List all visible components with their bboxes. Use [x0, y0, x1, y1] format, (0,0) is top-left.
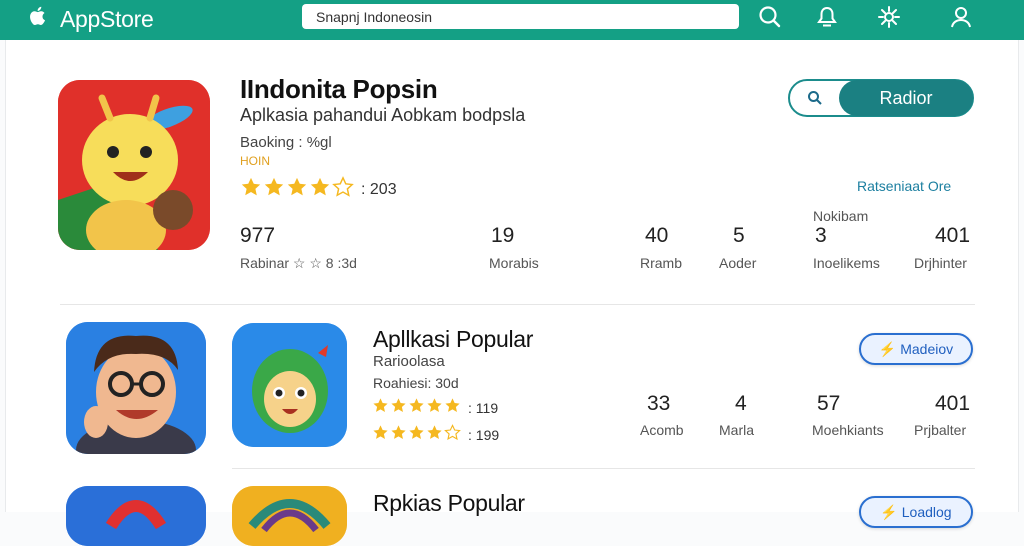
popular-app-icon[interactable]	[66, 486, 206, 546]
star-icon	[286, 176, 309, 203]
popular-stat-label: Prjbalter	[914, 422, 967, 438]
featured-rating-count: : 203	[361, 180, 397, 198]
popular-stat-value: 57	[817, 392, 841, 415]
featured-stat-value: 977	[240, 224, 276, 247]
popular-stat-label: Acomb	[640, 422, 684, 438]
search-icon[interactable]	[757, 4, 783, 30]
featured-stat-label: Aoder	[719, 255, 757, 271]
popular-stat-label: Marla	[719, 422, 755, 438]
popular-action-label: Loadlog	[901, 504, 952, 520]
star-icon	[408, 424, 426, 446]
popular-stat-label: Moehkiants	[812, 422, 884, 438]
featured-stat-label: Rramb	[640, 255, 683, 271]
featured-rating: : 203	[240, 176, 397, 203]
featured-stat-label: Morabis	[489, 255, 539, 271]
featured-app-icon[interactable]	[58, 80, 210, 250]
popular-rating-count: : 199	[468, 427, 500, 443]
popular-app-subtitle: Rarioolasa	[373, 353, 445, 370]
apple-logo-icon	[26, 4, 50, 34]
popular-app-title[interactable]: Rpkias Popular	[373, 490, 525, 517]
bolt-icon: ⚡	[880, 504, 898, 520]
featured-app-subtitle: Aplkasia pahandui Aobkam bodpsla	[240, 105, 526, 125]
star-icon	[426, 397, 444, 419]
featured-side-link[interactable]: Ratseniaat Ore	[857, 178, 951, 194]
search-input[interactable]: Snapnj Indoneosin	[302, 4, 739, 29]
logo-text: AppStore	[60, 5, 154, 32]
popular-stat-value: 33	[647, 392, 671, 415]
section-divider	[232, 468, 975, 469]
star-icon	[408, 397, 426, 419]
popular-app-icon[interactable]	[66, 322, 206, 454]
star-icon	[240, 176, 263, 203]
bolt-icon: ⚡	[878, 341, 897, 357]
featured-stat-value: 40	[645, 224, 669, 247]
search-icon[interactable]	[806, 89, 824, 107]
popular-rating-a: : 119	[372, 397, 498, 419]
star-icon	[390, 424, 408, 446]
featured-stat-value: 5	[733, 224, 745, 247]
star-icon	[372, 424, 390, 446]
popular-app-icon[interactable]	[232, 323, 347, 447]
featured-stat-value: 401	[935, 224, 971, 247]
user-icon[interactable]	[948, 4, 974, 30]
popular-action-label: Madeiov	[900, 341, 954, 357]
featured-action-group: Radior	[788, 79, 974, 117]
popular-stat-value: 401	[935, 392, 971, 415]
popular-rating-count: : 119	[468, 400, 499, 416]
featured-app-tag: HOIN	[240, 154, 270, 168]
popular-action-button[interactable]: ⚡ Madeiov	[859, 333, 973, 365]
star-icon	[309, 176, 332, 203]
star-outline-icon	[444, 424, 462, 446]
featured-app-title[interactable]: IIndonita Popsin	[240, 74, 438, 105]
featured-side-label: Nokibam	[813, 208, 869, 224]
featured-stat-label: Drjhinter	[914, 255, 967, 271]
star-icon	[372, 397, 390, 419]
top-bar: AppStore Snapnj Indoneosin	[0, 0, 1024, 40]
star-icon	[263, 176, 286, 203]
featured-stat-value: 19	[491, 224, 515, 247]
star-icon	[426, 424, 444, 446]
featured-stat-value: 3	[815, 224, 827, 247]
popular-app-title[interactable]: Apllkasi Popular	[373, 326, 533, 353]
star-icon	[390, 397, 408, 419]
featured-stat-label: Rabinar ☆ ☆ 8 :3d	[240, 255, 357, 271]
section-divider	[60, 304, 975, 305]
featured-action-button[interactable]: Radior	[839, 80, 973, 116]
popular-rating-b: : 199	[372, 424, 499, 446]
popular-app-meta: Roahiesi: 30d	[373, 375, 459, 391]
popular-action-button[interactable]: ⚡ Loadlog	[859, 496, 973, 528]
settings-icon[interactable]	[876, 4, 902, 30]
bell-icon[interactable]	[814, 4, 840, 30]
popular-stat-value: 4	[735, 392, 747, 415]
star-icon	[444, 397, 462, 419]
app-store-logo[interactable]: AppStore	[26, 4, 154, 34]
popular-app-icon[interactable]	[232, 486, 347, 546]
featured-stat-label: Inoelikems	[813, 255, 880, 271]
featured-app-meta: Baoking : %gl	[240, 134, 332, 151]
star-outline-icon	[332, 176, 355, 203]
